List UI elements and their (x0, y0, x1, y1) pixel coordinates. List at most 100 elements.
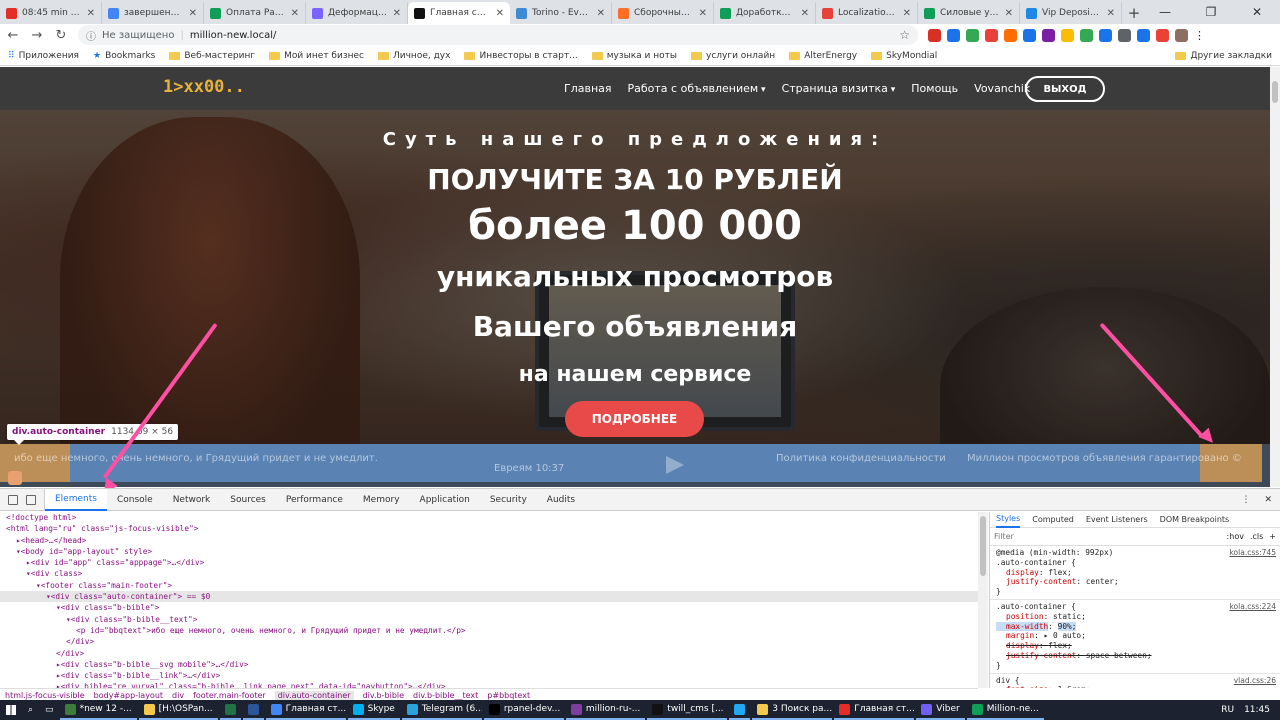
browser-tab[interactable]: Деформация м ✕ (306, 2, 408, 24)
taskbar-app[interactable]: Главная ст... (265, 700, 346, 720)
css-source-link[interactable]: kola.css:745 (1229, 548, 1276, 558)
tab-close-icon[interactable]: ✕ (1005, 8, 1013, 19)
extension-icon[interactable] (1156, 28, 1169, 42)
extension-icon[interactable] (985, 28, 998, 42)
page-scrollbar[interactable] (1270, 67, 1280, 487)
dom-node-line[interactable]: <html lang="ru" class="js-focus-visible"… (0, 523, 978, 534)
close-window-icon[interactable]: ✕ (1234, 0, 1280, 24)
browser-tab[interactable]: Главная страни ✕ (408, 2, 510, 24)
dom-node-line[interactable]: ▸<div id="app" class="apppage">…</div> (0, 557, 978, 568)
dom-node-line[interactable]: <!doctype html> (0, 512, 978, 523)
task-view-icon[interactable]: ▭ (39, 705, 60, 715)
extension-icon[interactable] (1004, 28, 1017, 42)
bookmark-item[interactable]: ⠿ Приложения (8, 51, 79, 61)
omnibox[interactable]: ⓘ Не защищено | million-new.local/ ☆ (78, 25, 918, 45)
clock[interactable]: 11:45 (1244, 705, 1270, 715)
extension-icon[interactable] (1175, 28, 1188, 42)
taskbar-app[interactable]: million-ru-... (565, 700, 646, 720)
devtools-tab-memory[interactable]: Memory (353, 489, 410, 511)
taskbar-app[interactable] (242, 700, 264, 720)
breadcrumb-item[interactable]: p#bbqtext (487, 691, 530, 700)
extension-icon[interactable] (947, 28, 960, 42)
browser-tab[interactable]: Доработка Мил ✕ (714, 2, 816, 24)
bookmark-item[interactable]: услуги онлайн (691, 51, 775, 61)
devtools-tab-elements[interactable]: Elements (45, 488, 107, 511)
breadcrumb-item[interactable]: div (172, 691, 184, 700)
css-property-name[interactable]: justify-content (996, 651, 1076, 660)
extension-icon[interactable] (1137, 28, 1150, 42)
bookmark-item[interactable]: Личное, дух (378, 51, 450, 61)
styles-tab[interactable]: Computed (1032, 515, 1074, 524)
bookmark-item[interactable]: Веб-мастеринг (169, 51, 255, 61)
devtools-tab-application[interactable]: Application (410, 489, 480, 511)
css-property-value[interactable]: flex; (1048, 568, 1071, 577)
tab-close-icon[interactable]: ✕ (597, 8, 605, 19)
extension-icon[interactable] (1099, 28, 1112, 42)
taskbar-app[interactable]: Skype (347, 700, 400, 720)
dom-node-line[interactable]: </div> (0, 648, 978, 659)
css-declaration[interactable]: max-width: 90%; (996, 621, 1274, 632)
play-icon[interactable] (666, 456, 684, 474)
taskbar-app[interactable]: twill_cms [... (647, 700, 728, 720)
device-toolbar-icon[interactable] (26, 494, 36, 505)
class-toggle[interactable]: .cls (1250, 532, 1263, 541)
css-property-value[interactable]: flex; (1048, 641, 1071, 650)
tab-close-icon[interactable]: ✕ (393, 8, 401, 19)
dom-node-line[interactable]: <p id="bbqtext">ибо еще немного, очень н… (0, 625, 978, 636)
css-property-name[interactable]: display (996, 641, 1039, 650)
taskbar-app[interactable]: [H:\OSPan... (138, 700, 218, 720)
taskbar-app[interactable]: Главная ст... (834, 700, 915, 720)
devtools-tab-audits[interactable]: Audits (537, 489, 585, 511)
devtools-tab-network[interactable]: Network (163, 489, 221, 511)
css-declaration[interactable]: justify-content: space-between; (996, 651, 1274, 661)
dom-node-line[interactable]: ▸<div class="b-bible__link">…</div> (0, 670, 978, 681)
styles-filter-input[interactable] (994, 532, 1221, 541)
dom-node-line[interactable]: ▸<head>…</head> (0, 535, 978, 546)
devtools-tab-security[interactable]: Security (480, 489, 537, 511)
css-property-value[interactable]: static; (1053, 612, 1086, 621)
dom-node-line[interactable]: ▾<body id="app-layout" style> (0, 546, 978, 557)
dom-node-line[interactable]: ▸<div class="b-bible__svg mobile">…</div… (0, 659, 978, 670)
css-declaration[interactable]: font-size: 1.6rem; (996, 685, 1274, 688)
taskbar-app[interactable]: rpanel-dev... (483, 700, 564, 720)
bookmark-item[interactable]: Инвесторы в старт... (464, 51, 578, 61)
css-property-value[interactable]: ▸ 0 auto; (1044, 631, 1086, 640)
taskbar-app[interactable]: Viber (916, 700, 965, 720)
css-property-name[interactable]: justify-content (996, 577, 1076, 586)
browser-tab[interactable]: Torino - Events I ✕ (510, 2, 612, 24)
tab-close-icon[interactable]: ✕ (1107, 8, 1115, 19)
css-property-name[interactable]: margin (996, 631, 1034, 640)
tab-close-icon[interactable]: ✕ (87, 8, 95, 19)
breadcrumb-item[interactable]: div.b-bible (363, 691, 404, 700)
url-text[interactable]: million-new.local/ (190, 30, 277, 41)
css-property-name[interactable]: max-width (996, 621, 1049, 631)
dom-node-line[interactable]: ▾<div class> (0, 568, 978, 579)
close-devtools-icon[interactable]: ✕ (1264, 495, 1272, 505)
dom-node-line[interactable]: ▾<footer class="main-footer"> (0, 580, 978, 591)
info-icon[interactable]: ⓘ (86, 28, 96, 43)
styles-tab[interactable]: Styles (996, 512, 1021, 528)
tab-close-icon[interactable]: ✕ (801, 8, 809, 19)
new-rule-button[interactable]: + (1269, 532, 1276, 541)
browser-tab[interactable]: Сборочные ли ✕ (612, 2, 714, 24)
extension-icon[interactable] (1023, 28, 1036, 42)
breadcrumb-item[interactable]: html.js-focus-visible (5, 691, 85, 700)
browser-tab[interactable]: Vip Deposits - S ✕ (1020, 2, 1122, 24)
css-declaration[interactable]: display: flex; (996, 568, 1274, 578)
tab-close-icon[interactable]: ✕ (496, 8, 504, 19)
footer-app-icon[interactable] (8, 471, 22, 485)
bookmark-star-icon[interactable]: ☆ (899, 28, 910, 42)
browser-tab[interactable]: завершение ра ✕ (102, 2, 204, 24)
start-button[interactable] (0, 700, 22, 720)
css-declaration[interactable]: margin: ▸ 0 auto; (996, 631, 1274, 641)
css-property-value[interactable]: 90%; (1057, 621, 1077, 631)
extension-icon[interactable] (1061, 28, 1074, 42)
reload-icon[interactable]: ↻ (54, 28, 68, 43)
tab-close-icon[interactable]: ✕ (189, 8, 197, 19)
extension-icon[interactable] (1042, 28, 1055, 42)
taskbar-app[interactable]: Million-ne... (966, 700, 1044, 720)
browser-tab[interactable]: 08:45 min - дорс ✕ (0, 2, 102, 24)
css-source-link[interactable]: kola.css:224 (1229, 602, 1276, 612)
css-property-name[interactable]: position (996, 612, 1044, 621)
taskbar-app[interactable]: *new 12 -... (59, 700, 137, 720)
